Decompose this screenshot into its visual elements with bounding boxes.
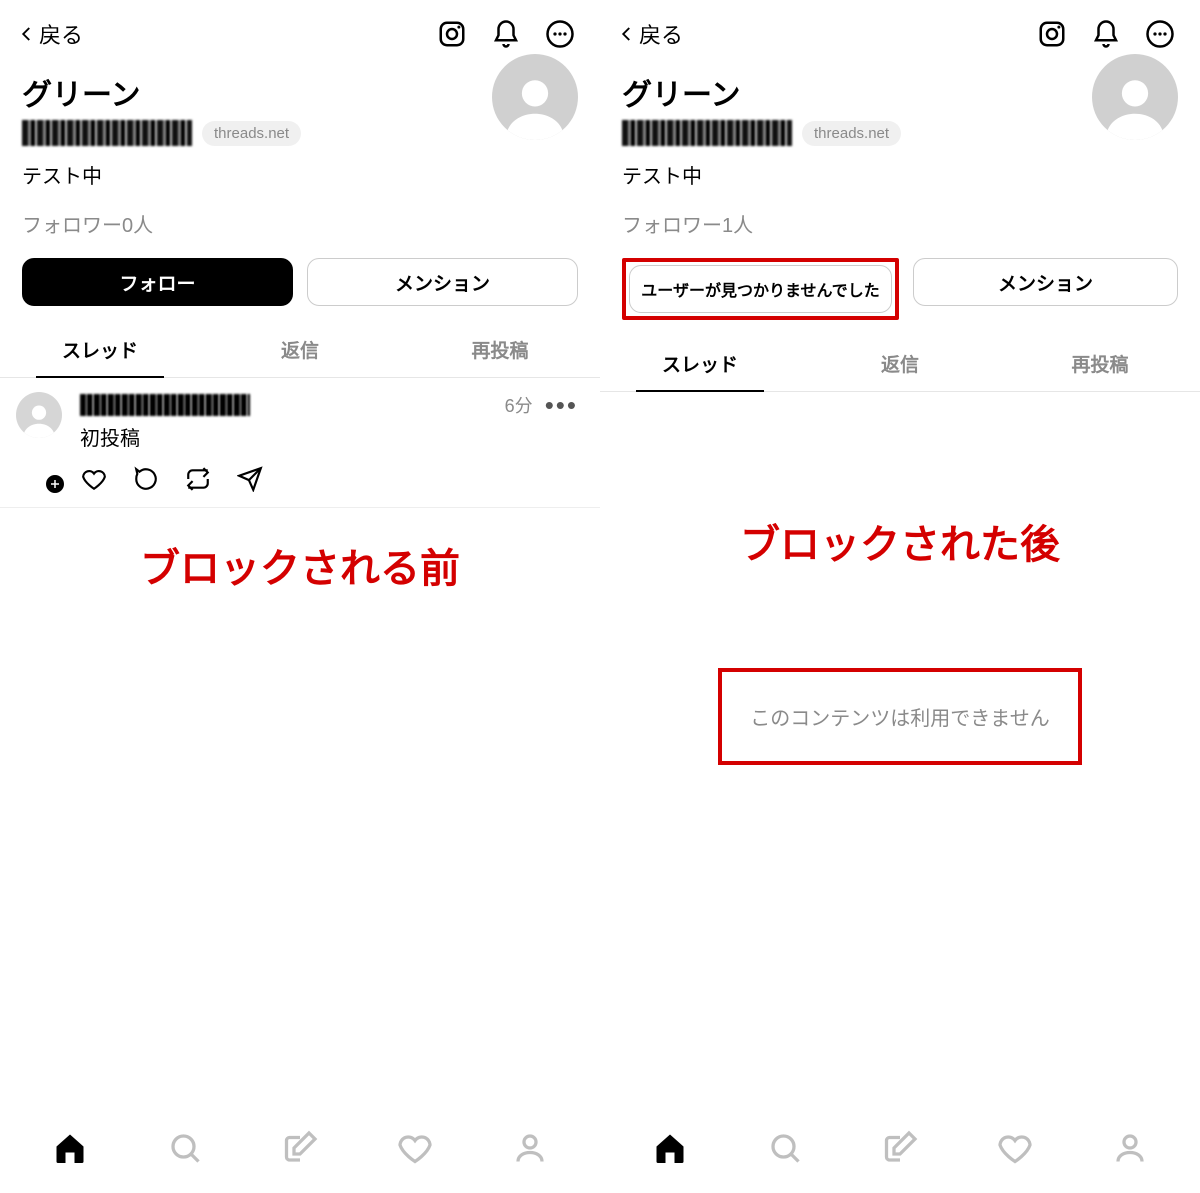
header-icons: [1036, 18, 1176, 50]
user-not-found-button[interactable]: ユーザーが見つかりませんでした: [629, 265, 892, 313]
profile-section: グリーン threads.net テスト中 フォロワー1人: [600, 60, 1200, 258]
profile-actions: フォロー メンション: [0, 258, 600, 322]
header-bar: 戻る: [0, 8, 600, 60]
avatar[interactable]: [1092, 54, 1178, 140]
nav-search-icon[interactable]: [164, 1127, 206, 1169]
post-avatar[interactable]: [16, 392, 68, 493]
nav-home-icon[interactable]: [49, 1127, 91, 1169]
nav-activity-icon[interactable]: [994, 1127, 1036, 1169]
chevron-left-icon: [18, 25, 36, 43]
profile-tabs: スレッド 返信 再投稿: [0, 322, 600, 378]
avatar-placeholder-icon: [1100, 70, 1170, 140]
follow-plus-icon[interactable]: [44, 473, 66, 495]
highlight-not-found: ユーザーが見つかりませんでした: [622, 258, 899, 320]
more-menu-icon[interactable]: [1144, 18, 1176, 50]
content-unavailable-message: このコンテンツは利用できません: [718, 668, 1081, 765]
notifications-icon[interactable]: [490, 18, 522, 50]
screenshot-before-block: 戻る グリーン threads.net テスト中 フォロワー0人 フォロー メン…: [0, 0, 600, 1193]
post-actions: [80, 465, 578, 493]
nav-home-icon[interactable]: [649, 1127, 691, 1169]
post-text: 初投稿: [80, 422, 578, 451]
bio-text: テスト中: [22, 160, 578, 189]
avatar-placeholder-icon: [500, 70, 570, 140]
post-header: 6分 •••: [80, 392, 578, 418]
nav-compose-icon[interactable]: [279, 1127, 321, 1169]
instagram-icon[interactable]: [436, 18, 468, 50]
mention-button[interactable]: メンション: [913, 258, 1178, 306]
share-icon[interactable]: [236, 465, 264, 493]
nav-search-icon[interactable]: [764, 1127, 806, 1169]
post-item[interactable]: 6分 ••• 初投稿: [0, 378, 600, 508]
tab-replies[interactable]: 返信: [200, 322, 400, 377]
post-timestamp: 6分: [505, 392, 533, 418]
tab-threads[interactable]: スレッド: [600, 336, 800, 391]
chevron-left-icon: [618, 25, 636, 43]
avatar-placeholder-icon: [20, 400, 58, 438]
profile-actions: ユーザーが見つかりませんでした メンション: [600, 258, 1200, 336]
nav-activity-icon[interactable]: [394, 1127, 436, 1169]
bio-text: テスト中: [622, 160, 1178, 189]
header-icons: [436, 18, 576, 50]
threads-badge: threads.net: [802, 121, 901, 146]
notifications-icon[interactable]: [1090, 18, 1122, 50]
header-bar: 戻る: [600, 8, 1200, 60]
threads-badge: threads.net: [202, 121, 301, 146]
tab-reposts[interactable]: 再投稿: [1000, 336, 1200, 391]
instagram-icon[interactable]: [1036, 18, 1068, 50]
screenshot-after-block: 戻る グリーン threads.net テスト中 フォロワー1人 ユーザーが見: [600, 0, 1200, 1193]
mention-button[interactable]: メンション: [307, 258, 578, 306]
tab-replies[interactable]: 返信: [800, 336, 1000, 391]
bottom-nav: [600, 1103, 1200, 1193]
followers-count[interactable]: フォロワー1人: [622, 209, 1178, 238]
more-menu-icon[interactable]: [544, 18, 576, 50]
back-label: 戻る: [39, 18, 83, 50]
back-button[interactable]: 戻る: [618, 18, 683, 50]
post-body: 6分 ••• 初投稿: [80, 392, 578, 493]
profile-tabs: スレッド 返信 再投稿: [600, 336, 1200, 392]
comment-icon[interactable]: [132, 465, 160, 493]
followers-count[interactable]: フォロワー0人: [22, 209, 578, 238]
annotation-after: ブロックされた後: [600, 392, 1200, 598]
back-label: 戻る: [639, 18, 683, 50]
tab-reposts[interactable]: 再投稿: [400, 322, 600, 377]
post-username-obscured: [80, 394, 250, 416]
post-more-icon[interactable]: •••: [545, 400, 578, 410]
nav-profile-icon[interactable]: [509, 1127, 551, 1169]
username-obscured: [22, 120, 192, 146]
avatar[interactable]: [492, 54, 578, 140]
post-meta: 6分 •••: [505, 392, 578, 418]
annotation-before: ブロックされる前: [0, 508, 600, 622]
username-row: threads.net: [22, 120, 578, 146]
nav-compose-icon[interactable]: [879, 1127, 921, 1169]
unavailable-region: このコンテンツは利用できません: [600, 668, 1200, 765]
follow-button[interactable]: フォロー: [22, 258, 293, 306]
profile-section: グリーン threads.net テスト中 フォロワー0人: [0, 60, 600, 258]
bottom-nav: [0, 1103, 600, 1193]
tab-threads[interactable]: スレッド: [0, 322, 200, 377]
username-obscured: [622, 120, 792, 146]
like-icon[interactable]: [80, 465, 108, 493]
back-button[interactable]: 戻る: [18, 18, 83, 50]
username-row: threads.net: [622, 120, 1178, 146]
repost-icon[interactable]: [184, 465, 212, 493]
nav-profile-icon[interactable]: [1109, 1127, 1151, 1169]
